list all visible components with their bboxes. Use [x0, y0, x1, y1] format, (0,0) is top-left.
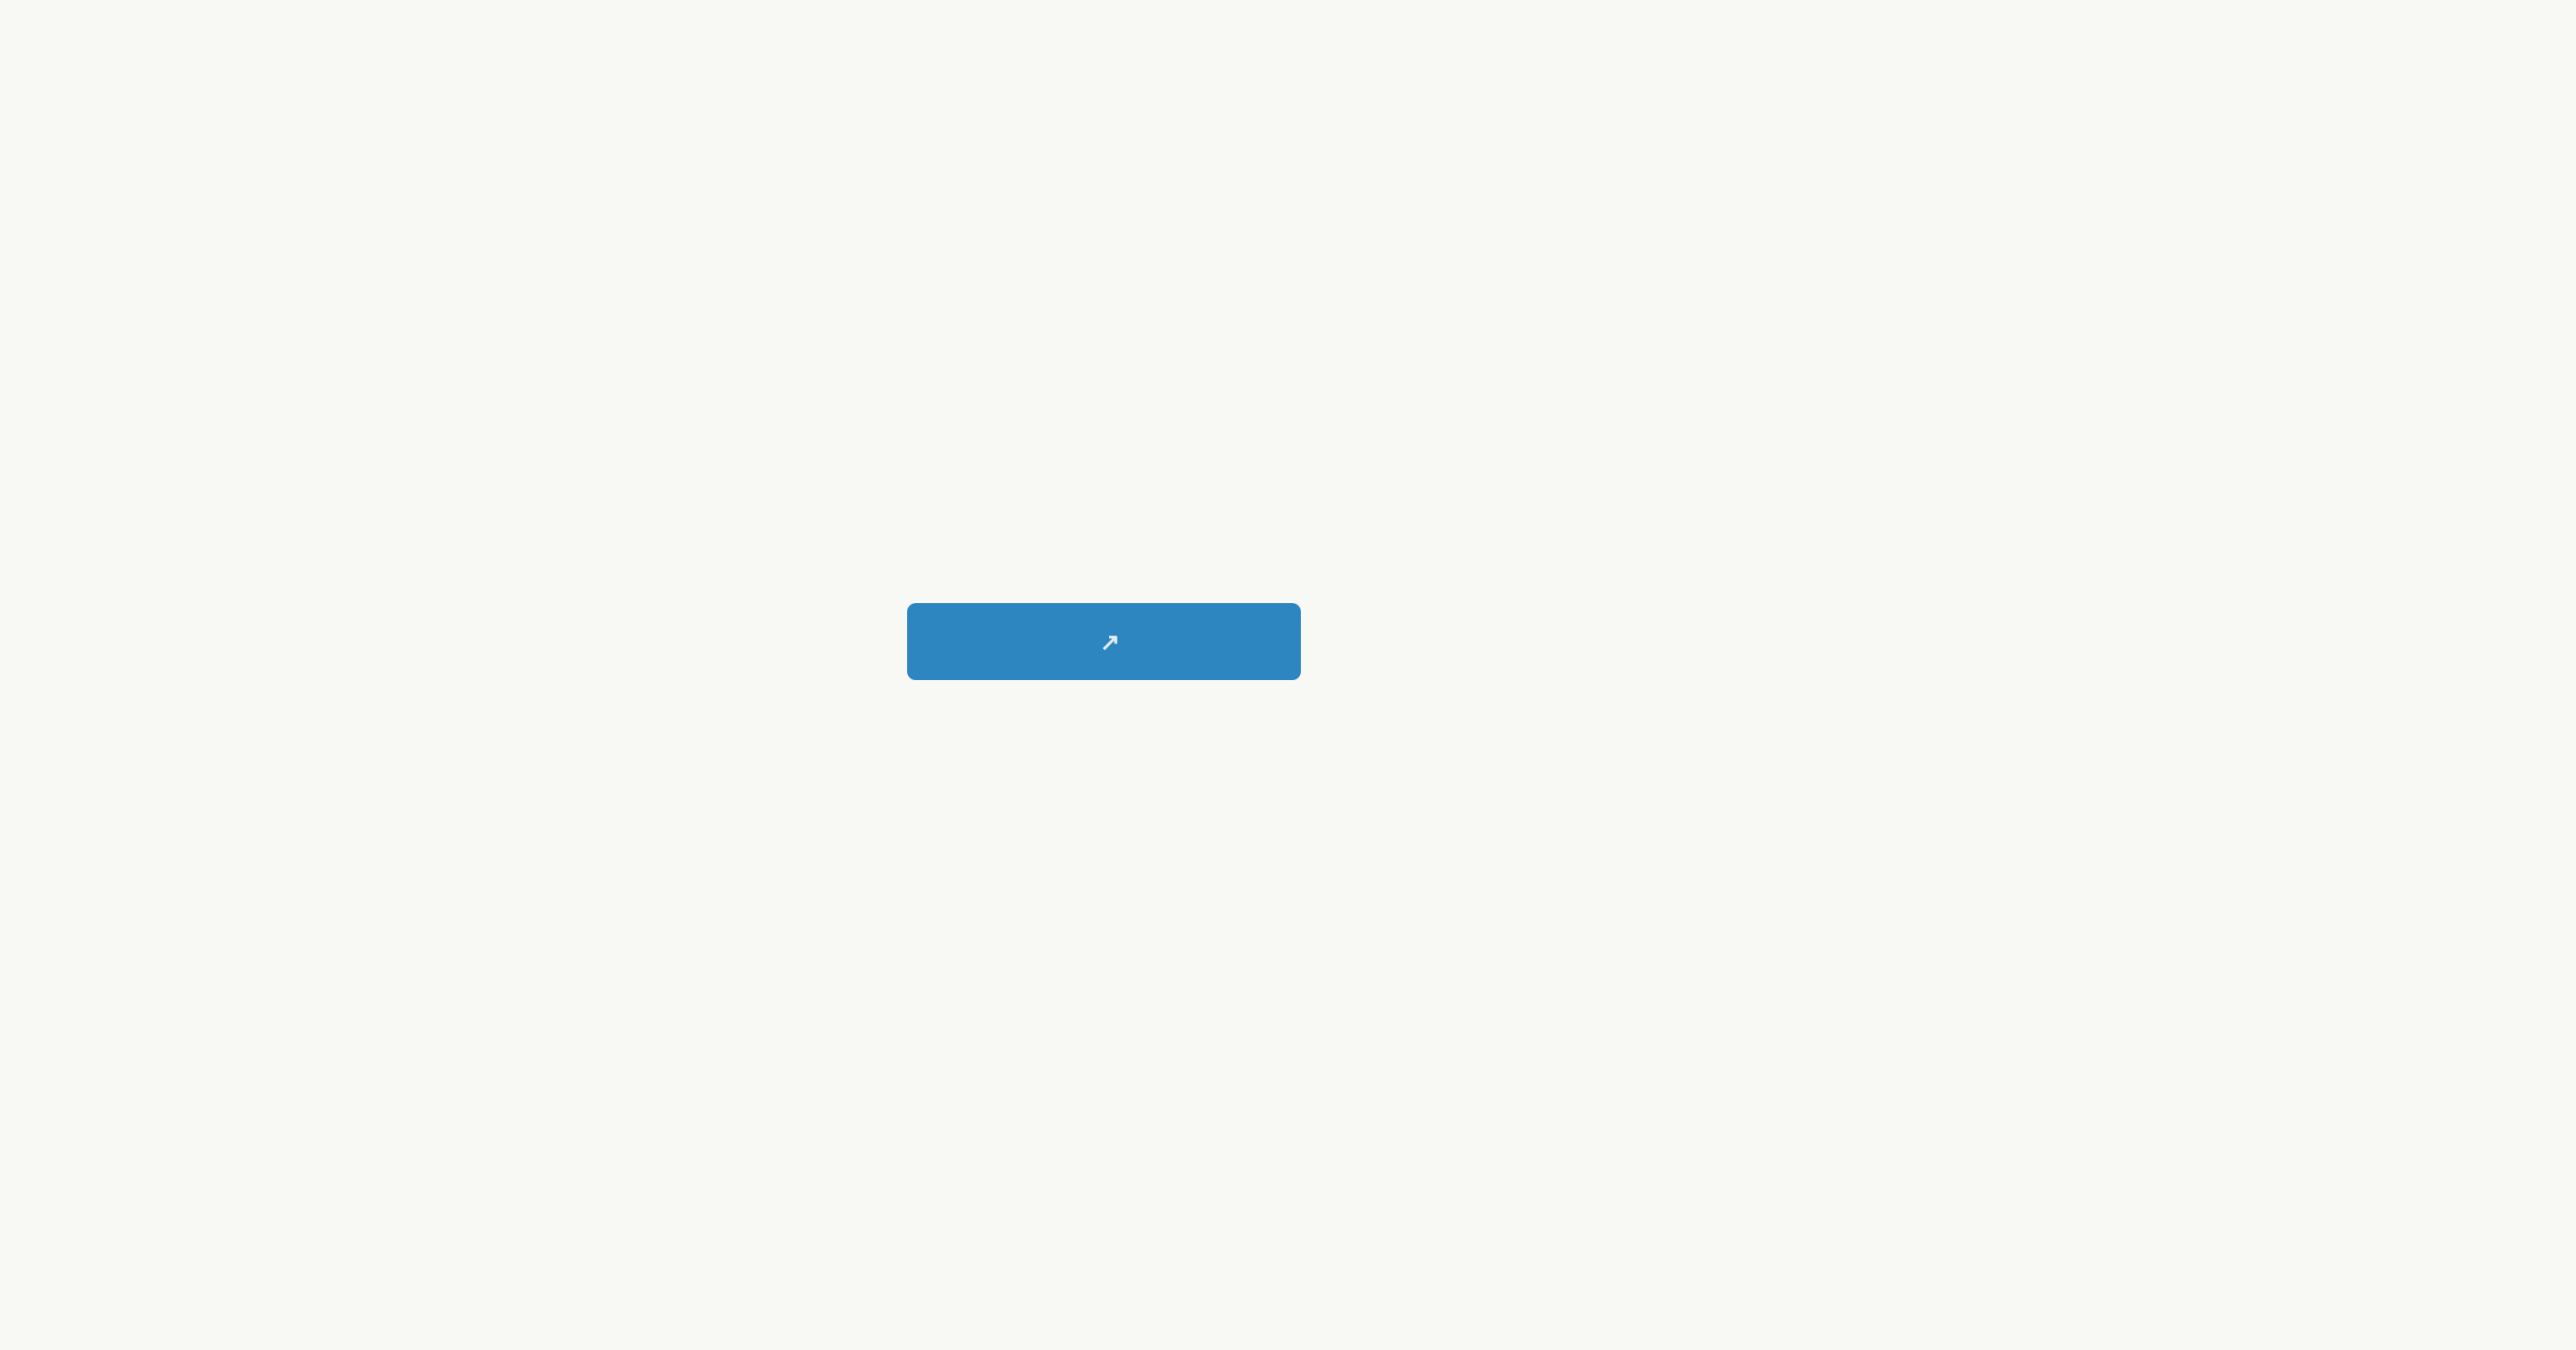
center-node[interactable]: ↗	[907, 603, 1301, 680]
external-link-icon: ↗	[1100, 628, 1119, 656]
mindmap-container: ↗	[0, 0, 2576, 1350]
